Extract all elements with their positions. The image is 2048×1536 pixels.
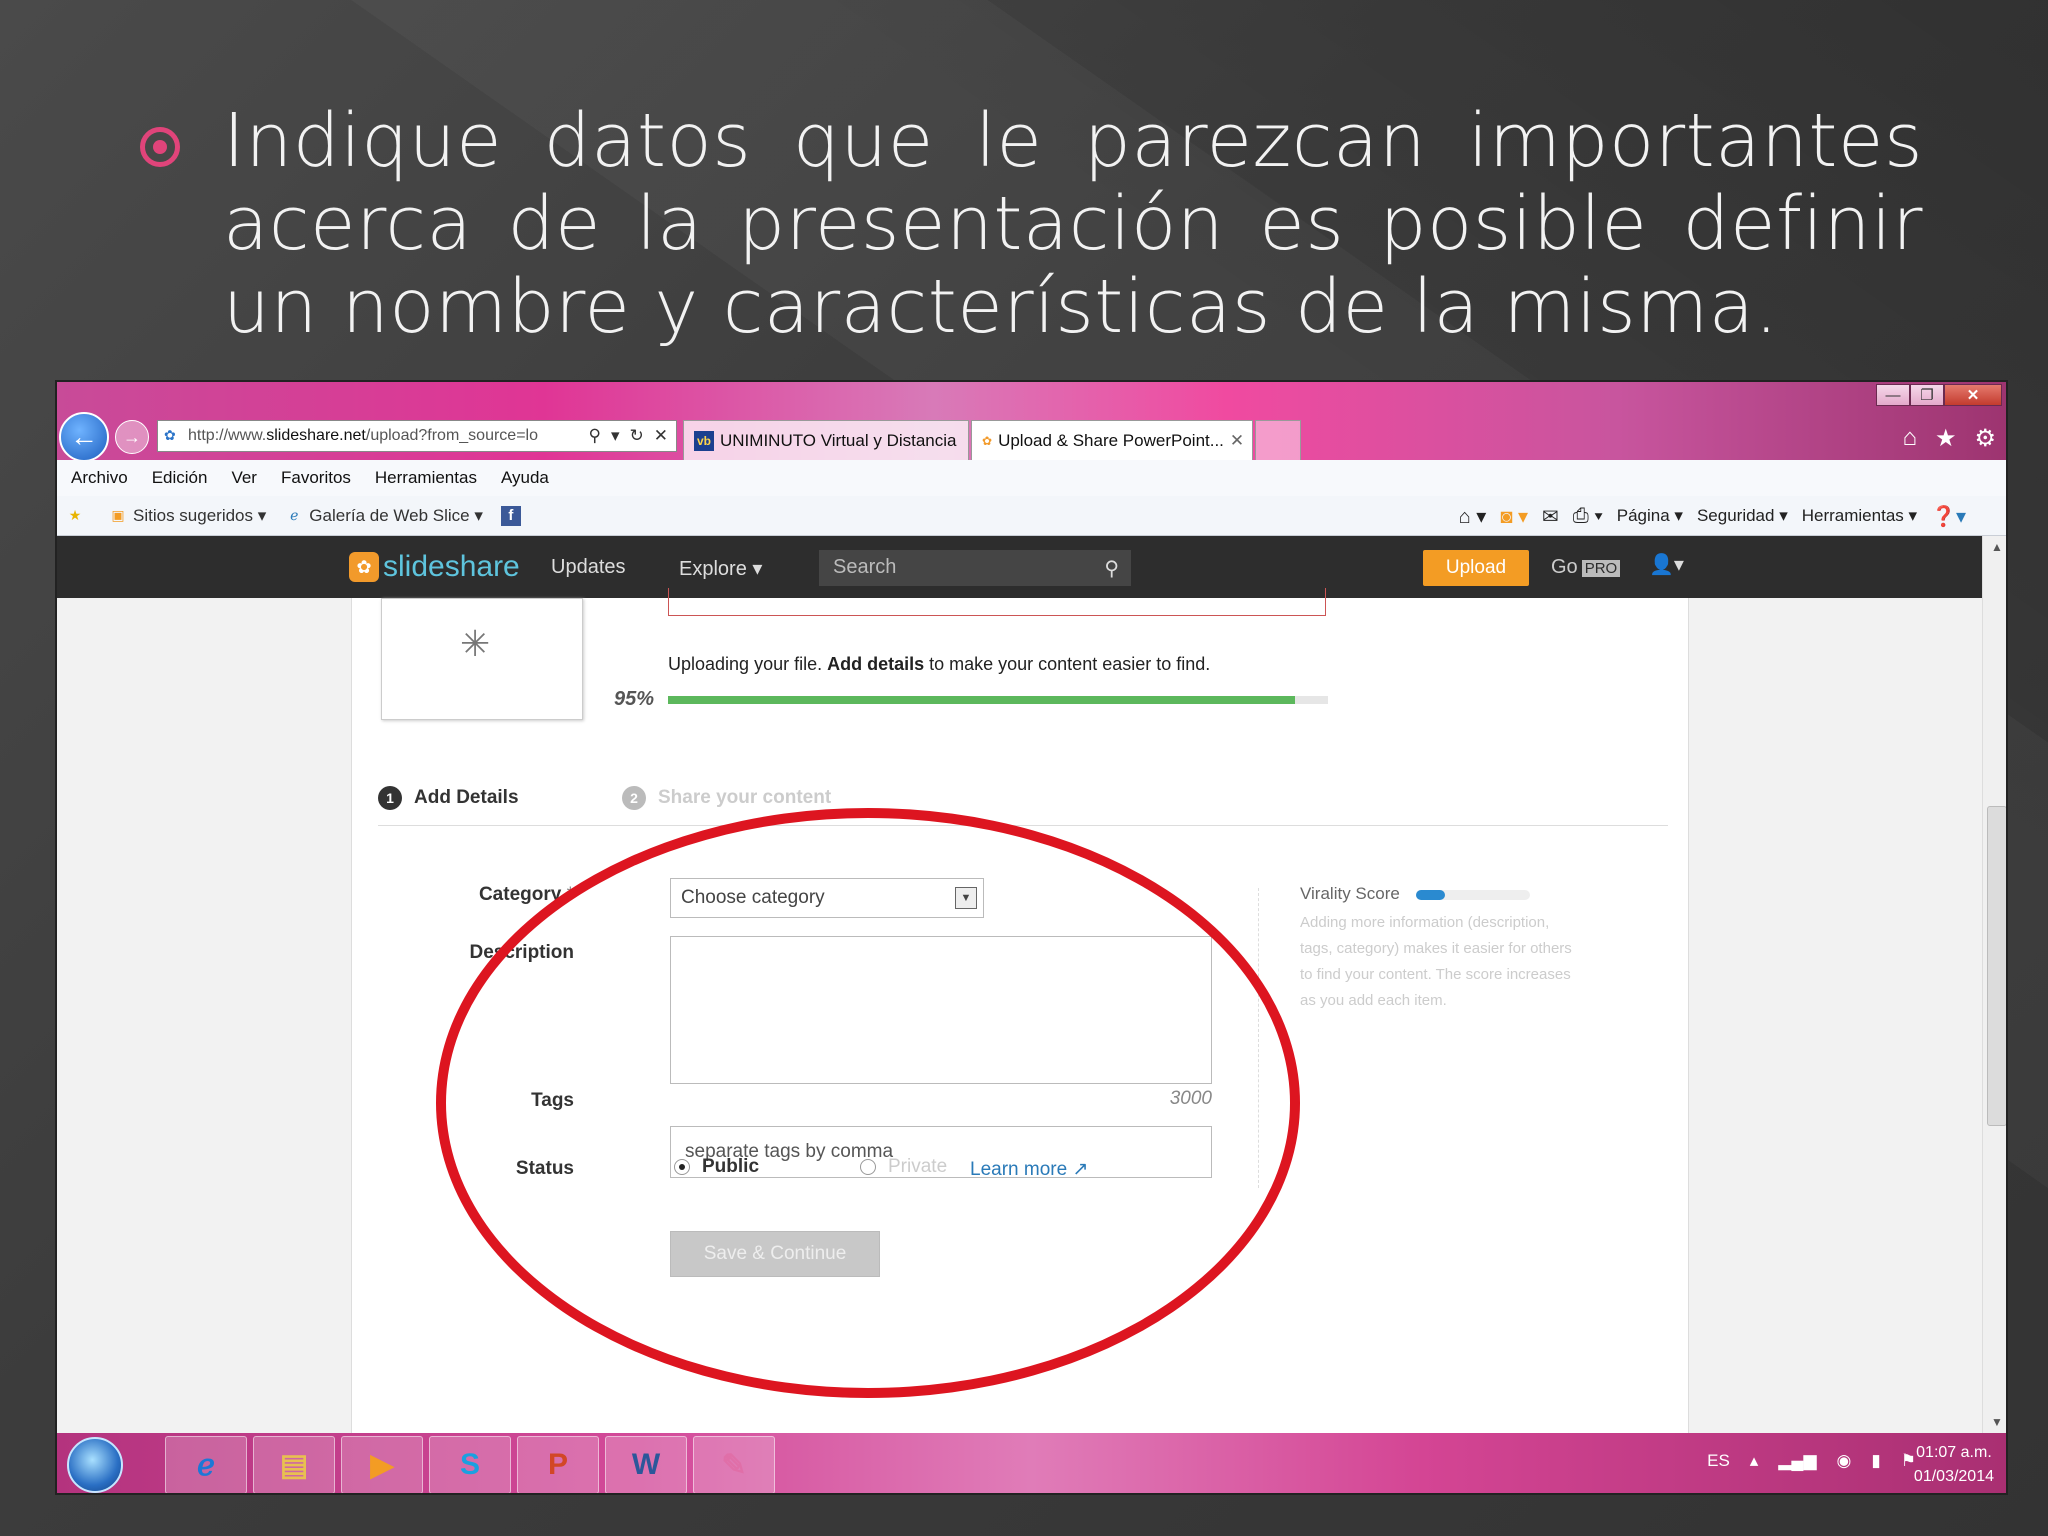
- step-add-details[interactable]: 1 Add Details: [378, 786, 519, 810]
- cmd-herramientas[interactable]: Herramientas ▾: [1802, 506, 1917, 526]
- user-menu-icon[interactable]: 👤▾: [1649, 552, 1684, 577]
- cmd-pagina[interactable]: Página ▾: [1617, 506, 1683, 526]
- window-controls: — ❐ ✕: [1876, 384, 2002, 406]
- mail-icon[interactable]: ✉: [1542, 504, 1559, 529]
- cmd-seguridad[interactable]: Seguridad ▾: [1697, 506, 1788, 526]
- menu-archivo[interactable]: Archivo: [71, 468, 128, 488]
- upload-percent: 95%: [614, 688, 655, 710]
- go-pro-link[interactable]: Go PRO: [1551, 556, 1621, 579]
- refresh-icon[interactable]: ↻: [630, 426, 644, 446]
- upload-button[interactable]: Upload: [1423, 550, 1529, 586]
- back-button[interactable]: ←: [59, 412, 109, 462]
- slide-thumbnail: ✳: [381, 598, 583, 720]
- favorites-star-icon[interactable]: ★: [1935, 424, 1957, 453]
- search-icon[interactable]: ⚲: [1104, 556, 1119, 581]
- bullet-icon: [140, 127, 180, 167]
- paint-taskbar-icon[interactable]: ✎: [693, 1436, 775, 1493]
- command-bar: ⌂ ▾ ◙ ▾ ✉ ⎙ ▾ Página ▾ Seguridad ▾ Herra…: [1459, 496, 1966, 536]
- upload-progress-fill: [668, 696, 1295, 704]
- windows-taskbar: ℯ ▤ ▶ S P W ✎ ES ▴ ▂▄▆ ◉ ▮ ⚑ 01:07 a.m. …: [57, 1433, 2006, 1493]
- close-icon[interactable]: ✕: [1944, 384, 2002, 406]
- bing-icon: ▣: [111, 507, 125, 523]
- home-cmd-icon[interactable]: ⌂ ▾: [1459, 504, 1487, 529]
- slideshare-logo-icon: ✿: [349, 552, 379, 582]
- maximize-icon[interactable]: ❐: [1910, 384, 1944, 406]
- browser-titlebar: — ❐ ✕ ← → ✿ http://www.slideshare.net/up…: [57, 382, 2006, 462]
- page-scrollbar[interactable]: ▲ ▼: [1982, 536, 2006, 1433]
- explorer-taskbar-icon[interactable]: ▤: [253, 1436, 335, 1493]
- virality-score-bar: [1416, 890, 1530, 900]
- search-input[interactable]: Search ⚲: [819, 550, 1131, 586]
- new-tab-button[interactable]: [1255, 420, 1301, 460]
- stop-icon[interactable]: ✕: [654, 426, 668, 446]
- skype-taskbar-icon[interactable]: S: [429, 1436, 511, 1493]
- rss-icon[interactable]: ◙ ▾: [1500, 504, 1528, 529]
- title-input[interactable]: [668, 588, 1326, 616]
- menu-bar: Archivo Edición Ver Favoritos Herramient…: [57, 460, 2006, 496]
- step-share-content[interactable]: 2 Share your content: [622, 786, 831, 810]
- clock-time: 01:07 a.m.: [1916, 1444, 1992, 1461]
- search-icon[interactable]: ⚲: [589, 426, 601, 446]
- slideshare-logo[interactable]: ✿ slideshare: [349, 550, 520, 584]
- home-icon[interactable]: ⌂: [1902, 424, 1917, 453]
- menu-ayuda[interactable]: Ayuda: [501, 468, 549, 488]
- system-tray: ES ▴ ▂▄▆ ◉ ▮ ⚑: [1707, 1451, 1916, 1471]
- nav-updates[interactable]: Updates: [551, 556, 626, 579]
- dropdown-icon[interactable]: ▾: [611, 426, 620, 446]
- settings-gear-icon[interactable]: ⚙: [1974, 424, 1996, 453]
- tab-slideshare-upload[interactable]: ✿ Upload & Share PowerPoint... ✕: [971, 420, 1253, 460]
- site-favicon-icon: ✿: [164, 427, 176, 443]
- tab-close-icon[interactable]: ✕: [1230, 431, 1244, 451]
- menu-ver[interactable]: Ver: [231, 468, 257, 488]
- forward-button[interactable]: →: [115, 420, 149, 454]
- menu-herramientas[interactable]: Herramientas: [375, 468, 477, 488]
- uniminuto-favicon-icon: vb: [694, 430, 714, 451]
- clock-date: 01/03/2014: [1913, 1468, 1994, 1485]
- annotation-circle: [436, 808, 1300, 1398]
- help-icon[interactable]: ❓▾: [1931, 504, 1966, 529]
- battery-icon[interactable]: ▮: [1871, 1451, 1880, 1471]
- ie-taskbar-icon[interactable]: ℯ: [165, 1436, 247, 1493]
- minimize-icon[interactable]: —: [1876, 384, 1910, 406]
- tray-expand-icon[interactable]: ▴: [1750, 1451, 1759, 1471]
- virality-score-title: Virality Score: [1300, 884, 1400, 903]
- loading-spinner-icon: ✳: [460, 623, 491, 664]
- tab-uniminuto[interactable]: vb UNIMINUTO Virtual y Distancia: [683, 420, 969, 460]
- slideshare-favicon-icon: ✿: [982, 433, 993, 448]
- print-icon[interactable]: ⎙ ▾: [1573, 505, 1603, 528]
- ie-icon: ℯ: [290, 507, 299, 523]
- slide-heading: Indique datos que le parezcan importante…: [223, 98, 1923, 350]
- step-tabs: 1 Add Details 2 Share your content: [378, 786, 1668, 826]
- signal-icon[interactable]: ▂▄▆: [1778, 1451, 1816, 1471]
- menu-edicion[interactable]: Edición: [152, 468, 208, 488]
- favorites-star-add-icon[interactable]: ★: [65, 506, 85, 526]
- scroll-down-icon[interactable]: ▼: [1991, 1415, 2003, 1429]
- address-bar[interactable]: ✿ http://www.slideshare.net/upload?from_…: [157, 420, 677, 452]
- facebook-icon[interactable]: f: [500, 505, 521, 526]
- taskbar-clock[interactable]: 01:07 a.m. 01/03/2014: [1914, 1441, 1994, 1489]
- galeria-web-slice[interactable]: ℯ Galería de Web Slice ▾: [284, 506, 483, 526]
- virality-help-text: Adding more information (description, ta…: [1300, 914, 1572, 1009]
- language-indicator[interactable]: ES: [1707, 1451, 1730, 1471]
- network-icon[interactable]: ◉: [1837, 1451, 1852, 1471]
- media-player-taskbar-icon[interactable]: ▶: [341, 1436, 423, 1493]
- powerpoint-taskbar-icon[interactable]: P: [517, 1436, 599, 1493]
- upload-message: Uploading your file. Add details to make…: [668, 654, 1211, 674]
- upload-progress-bar: [668, 696, 1328, 704]
- scroll-up-icon[interactable]: ▲: [1991, 540, 2003, 554]
- menu-favoritos[interactable]: Favoritos: [281, 468, 351, 488]
- start-button[interactable]: [67, 1437, 123, 1493]
- sitios-sugeridos[interactable]: ▣ Sitios sugeridos ▾: [108, 506, 266, 526]
- word-taskbar-icon[interactable]: W: [605, 1436, 687, 1493]
- scrollbar-thumb[interactable]: [1987, 806, 2006, 1126]
- nav-explore[interactable]: Explore ▾: [679, 556, 762, 581]
- address-url[interactable]: http://www.slideshare.net/upload?from_so…: [188, 427, 581, 445]
